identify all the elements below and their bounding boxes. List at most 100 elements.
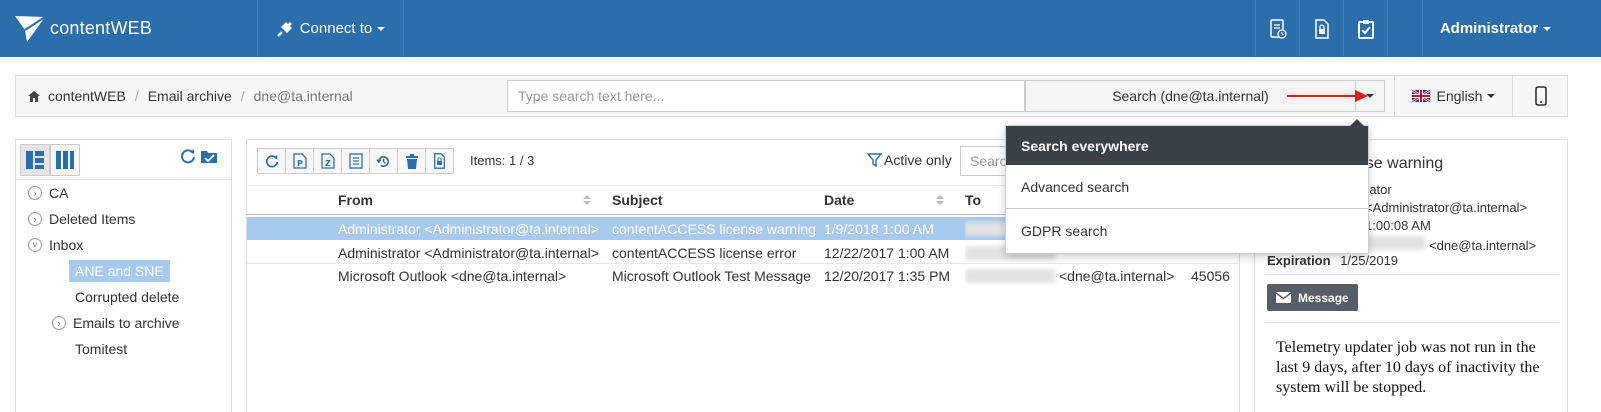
language-selector[interactable]: English — [1394, 76, 1512, 116]
collapse-icon[interactable]: ˅ — [28, 238, 42, 252]
column-to[interactable]: To — [965, 186, 981, 214]
nav-audit-button[interactable] — [1255, 0, 1299, 57]
preview-to-address: <dne@ta.internal> — [1429, 238, 1537, 253]
paper-plane-icon — [15, 15, 46, 42]
expand-icon[interactable]: › — [28, 212, 42, 226]
cell-date: 12/22/2017 1:00 AM — [824, 244, 950, 261]
preview-divider — [1265, 322, 1559, 323]
breadcrumb-email-archive[interactable]: Email archive — [148, 88, 232, 104]
chevron-down-icon — [1543, 26, 1552, 31]
layout-list-view-button[interactable] — [20, 144, 50, 176]
expand-icon[interactable]: › — [52, 316, 66, 330]
nav-tasks-button[interactable] — [1343, 0, 1387, 57]
lock-document-button[interactable] — [425, 148, 454, 174]
connect-to-menu[interactable]: Connect to — [258, 0, 404, 57]
details-button[interactable] — [341, 148, 370, 174]
breadcrumb-separator: / — [240, 88, 245, 104]
connect-to-label: Connect to — [299, 20, 373, 37]
breadcrumb-root[interactable]: contentWEB — [48, 88, 126, 104]
svg-text:P: P — [297, 159, 303, 168]
brand-logo[interactable]: contentWEB — [0, 0, 258, 57]
message-body: Telemetry updater job was not run in the… — [1276, 339, 1540, 396]
filter-icon — [867, 152, 882, 167]
nav-documents-button[interactable] — [1299, 0, 1343, 57]
folder-item-ca[interactable]: › CA — [28, 182, 68, 204]
breadcrumb-current: dne@ta.internal — [253, 88, 353, 104]
expiration-label: Expiration — [1267, 253, 1331, 268]
redacted-name — [1365, 236, 1425, 250]
folder-label: CA — [49, 185, 69, 201]
column-date-label: Date — [824, 192, 855, 208]
chevron-down-icon — [377, 26, 386, 31]
restore-button[interactable] — [369, 148, 398, 174]
breadcrumb: contentWEB / Email archive / dne@ta.inte… — [28, 76, 353, 116]
active-only-filter[interactable]: Active only — [867, 152, 952, 168]
preview-from-address: <Administrator@ta.internal> — [1365, 200, 1528, 215]
folder-item-emails-to-archive[interactable]: › Emails to archive — [52, 312, 180, 334]
list-toolbar: P Z — [257, 148, 454, 174]
folder-item-inbox[interactable]: ˅ Inbox — [28, 234, 83, 256]
layout-columns-view-button[interactable] — [50, 144, 80, 176]
folder-label: Deleted Items — [49, 211, 136, 227]
folder-item-tomitest[interactable]: Tomitest — [75, 338, 127, 360]
chevron-down-icon — [1487, 94, 1496, 98]
folder-tools — [180, 148, 218, 164]
menu-advanced-search[interactable]: Advanced search — [1006, 165, 1368, 209]
user-menu[interactable]: Administrator — [1422, 0, 1568, 57]
column-subject-label: Subject — [612, 192, 663, 208]
mobile-view-button[interactable] — [1512, 76, 1568, 116]
language-label: English — [1436, 88, 1483, 104]
annotation-arrow-icon — [1287, 90, 1368, 102]
column-subject[interactable]: Subject — [612, 186, 663, 214]
folder-label: ANE and SNE — [75, 263, 164, 279]
refresh-icon[interactable] — [180, 148, 196, 164]
search-input[interactable] — [507, 80, 1025, 112]
search-options-menu: Search everywhere Advanced search GDPR s… — [1005, 119, 1369, 254]
sort-icon[interactable] — [583, 194, 591, 206]
folder-label: Corrupted delete — [75, 289, 180, 305]
cell-subject: contentACCESS license error — [612, 244, 797, 261]
preview-expiration: Expiration 1/25/2019 — [1267, 253, 1398, 268]
clipboard-check-icon — [1357, 19, 1374, 39]
cell-size: 45056 — [1191, 267, 1230, 284]
menu-gdpr-search[interactable]: GDPR search — [1006, 209, 1368, 253]
list-document-icon — [348, 153, 363, 169]
folder-check-icon[interactable] — [200, 148, 218, 164]
column-to-label: To — [965, 192, 982, 208]
export-zip-button[interactable]: Z — [313, 148, 342, 174]
table-row[interactable]: Microsoft Outlook <dne@ta.internal> Micr… — [247, 263, 1239, 286]
svg-text:Z: Z — [325, 159, 331, 168]
column-from[interactable]: From — [338, 186, 373, 214]
document-lock-icon — [1314, 18, 1329, 39]
document-z-icon: Z — [320, 153, 335, 169]
cell-from: Administrator <Administrator@ta.internal… — [338, 244, 599, 261]
search-button-label: Search (dne@ta.internal) — [1112, 88, 1269, 104]
preview-date: 1:00:08 AM — [1365, 218, 1431, 233]
sort-icon[interactable] — [936, 194, 944, 206]
items-count: Items: 1 / 3 — [470, 153, 535, 168]
message-button[interactable]: Message — [1267, 284, 1358, 311]
refresh-button[interactable] — [257, 148, 286, 174]
document-lock-icon — [434, 153, 445, 169]
cell-from: Microsoft Outlook <dne@ta.internal> — [338, 267, 567, 284]
expand-icon[interactable]: › — [28, 186, 42, 200]
delete-button[interactable] — [397, 148, 426, 174]
folder-item-deleted-items[interactable]: › Deleted Items — [28, 208, 135, 230]
cell-to: <dne@ta.internal> — [965, 264, 1174, 287]
breadcrumb-separator: / — [134, 88, 139, 104]
home-icon[interactable] — [28, 90, 40, 102]
mobile-phone-icon — [1534, 86, 1547, 106]
envelope-icon — [1276, 292, 1291, 303]
preview-from-name: rator — [1365, 182, 1392, 197]
folder-item-corrupted-delete[interactable]: Corrupted delete — [75, 286, 179, 308]
folder-panel: › CA › Deleted Items ˅ Inbox ANE and SNE… — [15, 139, 232, 412]
expiration-value: 1/25/2019 — [1340, 253, 1399, 268]
column-date[interactable]: Date — [824, 186, 854, 214]
top-navbar: contentWEB Connect to Administrator — [0, 0, 1601, 57]
folder-item-ane-and-sne[interactable]: ANE and SNE — [69, 260, 170, 282]
user-name: Administrator — [1439, 20, 1539, 37]
export-pst-button[interactable]: P — [285, 148, 314, 174]
view-toggle-group — [20, 144, 80, 176]
menu-search-everywhere[interactable]: Search everywhere — [1006, 126, 1368, 165]
history-icon — [376, 155, 390, 167]
